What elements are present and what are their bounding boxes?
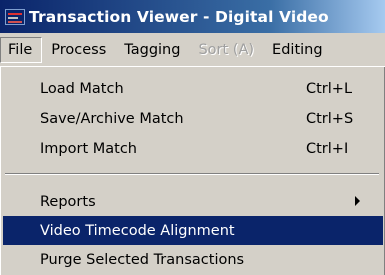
menu-item-label: Video Timecode Alignment [40,222,235,239]
menu-item-label: Import Match [40,140,137,157]
app-icon[interactable] [5,8,25,25]
menu-item-label: Save/Archive Match [40,110,184,127]
menu-item-purge-selected-transactions[interactable]: Purge Selected Transactions [3,245,383,274]
menu-item-reports[interactable]: Reports [3,187,383,216]
menu-item-import-match[interactable]: Import Match Ctrl+I [3,134,383,163]
menu-process[interactable]: Process [42,37,115,63]
window-title: Transaction Viewer - Digital Video [29,7,329,26]
menu-editing[interactable]: Editing [263,37,332,63]
menu-separator [5,173,379,175]
menu-item-video-timecode-alignment[interactable]: Video Timecode Alignment [3,216,383,245]
menu-item-shortcut: Ctrl+L [306,80,353,97]
chevron-right-icon [355,196,360,206]
menu-item-shortcut: Ctrl+I [306,140,349,157]
menu-item-label: Reports [40,193,96,210]
menu-sort: Sort (A) [198,41,255,58]
title-bar[interactable]: Transaction Viewer - Digital Video [0,0,385,33]
menu-tagging[interactable]: Tagging [115,37,189,63]
menu-item-label: Purge Selected Transactions [40,251,245,268]
menu-file[interactable]: File [0,36,43,63]
menu-item-shortcut: Ctrl+S [306,110,354,127]
menu-bar: File Process Tagging Sort (A) Editing [0,33,385,66]
menu-item-load-match[interactable]: Load Match Ctrl+L [3,74,383,103]
menu-item-save-archive-match[interactable]: Save/Archive Match Ctrl+S [3,104,383,133]
menu-item-label: Load Match [40,80,124,97]
file-dropdown-menu: Load Match Ctrl+L Save/Archive Match Ctr… [0,66,385,275]
